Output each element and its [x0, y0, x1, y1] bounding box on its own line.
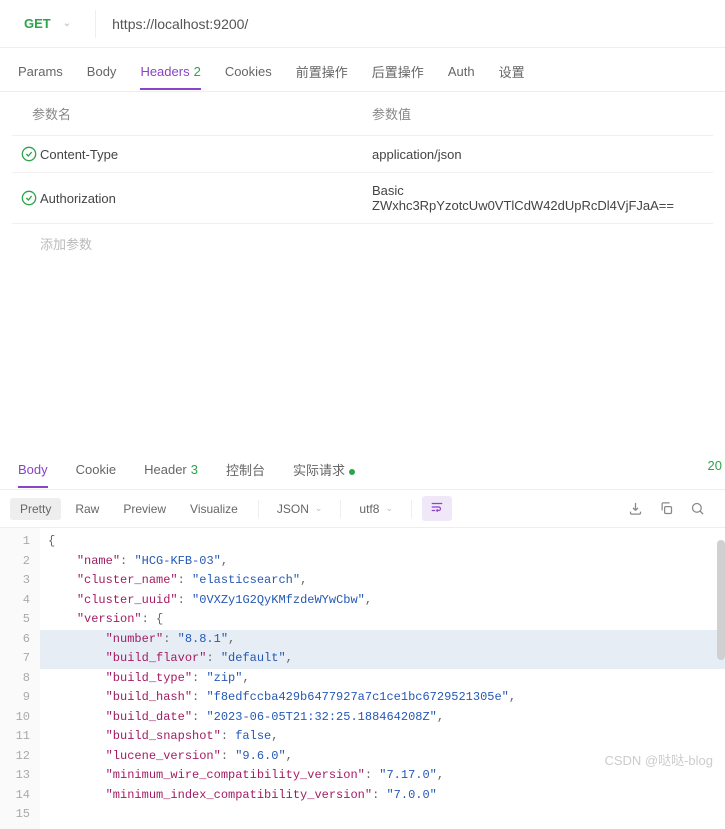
tab-params[interactable]: Params [18, 64, 63, 89]
param-value[interactable]: application/json [372, 147, 707, 162]
request-tabs: Params Body Headers2 Cookies 前置操作 后置操作 A… [0, 48, 725, 92]
resp-tab-header[interactable]: Header3 [144, 462, 198, 487]
add-param-row[interactable]: 添加参数 [12, 223, 713, 263]
table-row[interactable]: Content-Type application/json [12, 135, 713, 172]
resp-tab-console[interactable]: 控制台 [226, 460, 265, 489]
copy-icon[interactable] [659, 501, 674, 516]
view-pretty[interactable]: Pretty [10, 498, 61, 520]
param-value[interactable]: Basic ZWxhc3RpYzotcUw0VTlCdW42dUpRcDl4Vj… [372, 183, 707, 213]
headers-table: 参数名 参数值 Content-Type application/json Au… [0, 92, 725, 263]
resp-tab-actual[interactable]: 实际请求 [293, 460, 355, 489]
add-param-placeholder[interactable]: 添加参数 [40, 234, 372, 253]
http-method-select[interactable]: GET ⌄ [0, 16, 95, 31]
format-select[interactable]: JSON⌄ [269, 498, 331, 520]
scrollbar[interactable] [717, 540, 725, 660]
divider [340, 500, 341, 518]
response-tabs: Body Cookie Header3 控制台 实际请求 20 [0, 450, 725, 490]
view-preview[interactable]: Preview [113, 498, 176, 520]
watermark: CSDN @哒哒-blog [604, 750, 713, 769]
divider [258, 500, 259, 518]
tab-headers[interactable]: Headers2 [140, 64, 200, 90]
dot-icon [349, 469, 355, 475]
tab-cookies[interactable]: Cookies [225, 64, 272, 89]
chevron-down-icon: ⌄ [63, 18, 71, 29]
chevron-down-icon: ⌄ [385, 503, 393, 514]
view-visualize[interactable]: Visualize [180, 498, 248, 520]
table-header-row: 参数名 参数值 [12, 92, 713, 135]
chevron-down-icon: ⌄ [315, 503, 323, 514]
divider [411, 500, 412, 518]
action-icons [628, 501, 715, 516]
view-raw[interactable]: Raw [65, 498, 109, 520]
param-name[interactable]: Content-Type [40, 147, 372, 162]
tab-settings[interactable]: 设置 [499, 62, 525, 91]
check-circle-icon[interactable] [18, 146, 40, 162]
line-gutter: 123456789101112131415 [0, 528, 40, 829]
tab-auth[interactable]: Auth [448, 64, 475, 89]
status-badge: 20 [700, 454, 725, 477]
encoding-select[interactable]: utf8⌄ [351, 498, 401, 520]
param-name[interactable]: Authorization [40, 191, 372, 206]
tab-post-request[interactable]: 后置操作 [372, 62, 424, 91]
view-toolbar: Pretty Raw Preview Visualize JSON⌄ utf8⌄ [0, 490, 725, 528]
http-method-label: GET [24, 16, 51, 31]
resp-tab-body[interactable]: Body [18, 462, 48, 488]
response-section: Body Cookie Header3 控制台 实际请求 20 Pretty R… [0, 450, 725, 829]
download-icon[interactable] [628, 501, 643, 516]
table-row[interactable]: Authorization Basic ZWxhc3RpYzotcUw0VTlC… [12, 172, 713, 223]
wrap-toggle-icon[interactable] [422, 496, 452, 521]
resp-tab-cookie[interactable]: Cookie [76, 462, 116, 487]
code-content: { "name": "HCG-KFB-03", "cluster_name": … [40, 528, 725, 829]
url-input[interactable]: https://localhost:9200/ [96, 16, 725, 32]
column-header-name: 参数名 [32, 104, 372, 123]
search-icon[interactable] [690, 501, 705, 516]
check-circle-icon[interactable] [18, 190, 40, 206]
tab-body[interactable]: Body [87, 64, 117, 89]
column-header-value: 参数值 [372, 104, 411, 123]
response-body[interactable]: 123456789101112131415 { "name": "HCG-KFB… [0, 528, 725, 829]
tab-pre-request[interactable]: 前置操作 [296, 62, 348, 91]
